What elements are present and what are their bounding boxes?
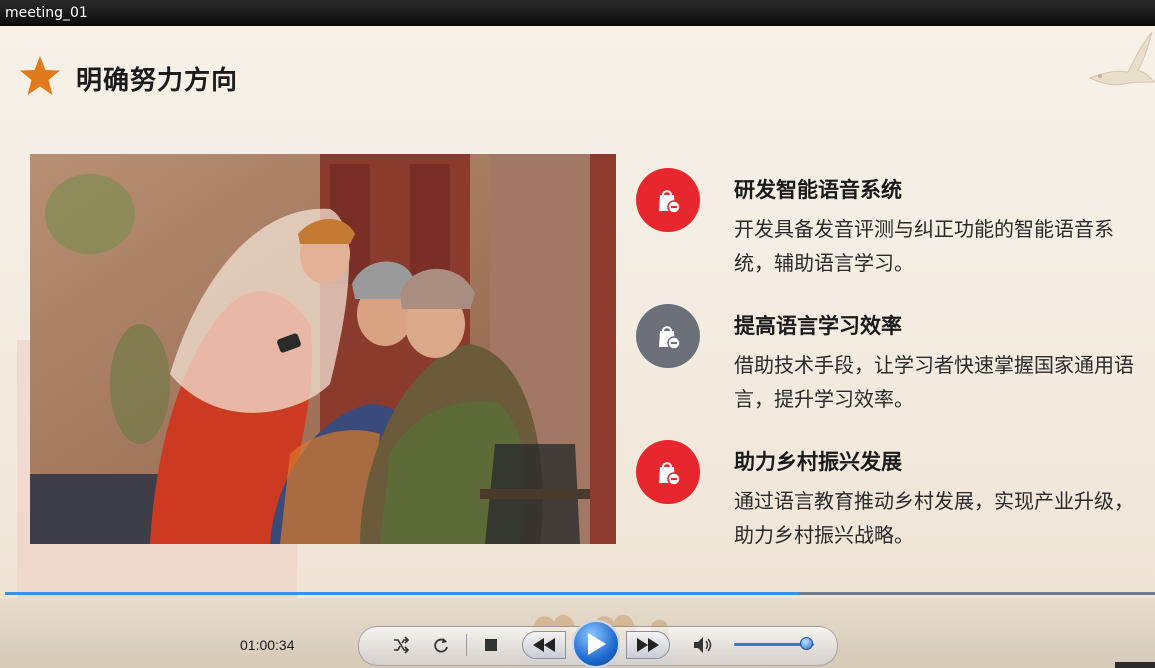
point-heading: 研发智能语音系统 [734,178,902,202]
point-description: 开发具备发音评测与纠正功能的智能语音系统，辅助语言学习。 [734,217,1114,275]
shopping-bag-icon [636,440,700,504]
play-icon[interactable] [572,620,620,668]
point-description: 借助技术手段，让学习者快速掌握国家通用语言，提升学习效率。 [734,353,1134,411]
window-title: meeting_01 [5,5,88,21]
seek-bar[interactable] [5,592,1155,595]
taskbar-edge [1115,662,1155,668]
dove-icon [1088,31,1155,86]
slide-title: 明确努力方向 [76,66,239,96]
shuffle-icon[interactable] [388,632,414,658]
fast-forward-icon[interactable] [626,631,670,659]
elapsed-time: 01:00:34 [240,637,295,653]
seek-bar-fill [5,592,799,595]
point-heading: 提高语言学习效率 [734,314,902,338]
star-icon [20,56,60,95]
shopping-bag-icon [636,304,700,368]
photo-women-with-phone [30,154,616,544]
stop-icon[interactable] [478,632,504,658]
volume-slider-thumb[interactable] [800,637,813,650]
player-controls: 01:00:34 [0,598,1155,668]
rewind-icon[interactable] [522,631,566,659]
point-heading: 助力乡村振兴发展 [734,450,902,474]
point-description: 通过语言教育推动乡村发展，实现产业升级，助力乡村振兴战略。 [734,489,1134,547]
window-title-bar: meeting_01 [0,0,1155,26]
repeat-icon[interactable] [428,632,454,658]
volume-icon[interactable] [690,632,718,658]
shopping-bag-icon [636,168,700,232]
separator [466,634,467,656]
slide: 明确努力方向 研发智能语音系统 开发具备发音评测与纠正功能的智能语音系统，辅助语… [0,26,1155,598]
